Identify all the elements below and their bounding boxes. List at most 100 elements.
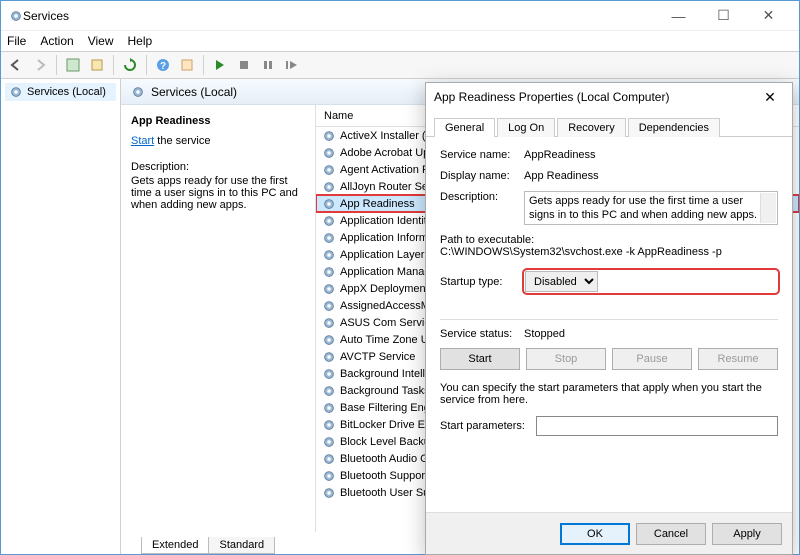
refresh-button[interactable] xyxy=(119,54,141,76)
dialog-close-button[interactable]: ✕ xyxy=(756,89,784,106)
gear-icon xyxy=(322,469,336,483)
show-hide-tree-button[interactable] xyxy=(62,54,84,76)
service-name: Base Filtering Engin xyxy=(340,402,438,414)
gear-icon xyxy=(322,418,336,432)
start-button[interactable]: Start xyxy=(440,348,520,370)
ok-button[interactable]: OK xyxy=(560,523,630,545)
gear-icon xyxy=(9,85,23,99)
gear-icon xyxy=(322,197,336,211)
menu-action[interactable]: Action xyxy=(40,34,73,48)
label-service-status: Service status: xyxy=(440,328,524,340)
value-description[interactable]: Gets apps ready for use the first time a… xyxy=(524,191,778,225)
tab-general[interactable]: General xyxy=(434,118,495,137)
label-display-name: Display name: xyxy=(440,170,524,182)
service-name: Auto Time Zone Up xyxy=(340,334,435,346)
window-controls: — ☐ ✕ xyxy=(656,1,791,30)
toolbar: ? xyxy=(1,51,799,79)
gear-icon xyxy=(322,486,336,500)
forward-button[interactable] xyxy=(29,54,51,76)
menu-file[interactable]: File xyxy=(7,34,26,48)
toolbar-separator xyxy=(203,55,204,75)
restart-service-button[interactable] xyxy=(281,54,303,76)
properties-button[interactable] xyxy=(176,54,198,76)
start-link[interactable]: Start xyxy=(131,135,154,147)
dialog-tabs: General Log On Recovery Dependencies xyxy=(426,111,792,137)
label-description: Description: xyxy=(440,191,524,225)
tab-recovery[interactable]: Recovery xyxy=(557,118,625,137)
gear-icon xyxy=(322,248,336,262)
maximize-button[interactable]: ☐ xyxy=(701,1,746,30)
tree-root-item[interactable]: Services (Local) xyxy=(5,83,116,101)
service-name: ActiveX Installer (Ax xyxy=(340,130,438,142)
gear-icon xyxy=(322,163,336,177)
pause-button: Pause xyxy=(612,348,692,370)
detail-pane: App Readiness Start the service Descript… xyxy=(121,105,316,532)
gear-icon xyxy=(322,146,336,160)
label-start-parameters: Start parameters: xyxy=(440,420,536,432)
menubar: File Action View Help xyxy=(1,31,799,51)
label-path: Path to executable: xyxy=(440,234,778,246)
start-params-hint: You can specify the start parameters tha… xyxy=(440,382,778,406)
tab-standard[interactable]: Standard xyxy=(208,537,275,554)
startup-type-select[interactable]: Disabled xyxy=(525,271,598,292)
apply-button[interactable]: Apply xyxy=(712,523,782,545)
toolbar-separator xyxy=(56,55,57,75)
service-name: AVCTP Service xyxy=(340,351,415,363)
gear-icon xyxy=(322,316,336,330)
toolbar-separator xyxy=(146,55,147,75)
detail-action-line: Start the service xyxy=(131,135,305,147)
service-name: Application Manage xyxy=(340,266,437,278)
value-service-name: AppReadiness xyxy=(524,149,778,161)
gear-icon xyxy=(322,333,336,347)
stop-button: Stop xyxy=(526,348,606,370)
toolbar-separator xyxy=(113,55,114,75)
detail-service-name: App Readiness xyxy=(131,115,305,127)
pause-service-button[interactable] xyxy=(257,54,279,76)
titlebar: Services — ☐ ✕ xyxy=(1,1,799,31)
gear-icon xyxy=(322,282,336,296)
close-button[interactable]: ✕ xyxy=(746,1,791,30)
gear-icon xyxy=(322,401,336,415)
label-startup-type: Startup type: xyxy=(440,276,524,288)
service-name: Bluetooth Audio Ga xyxy=(340,453,435,465)
gear-icon xyxy=(322,435,336,449)
gear-icon xyxy=(322,129,336,143)
tab-extended[interactable]: Extended xyxy=(141,537,209,554)
gear-icon xyxy=(322,231,336,245)
start-parameters-input[interactable] xyxy=(536,416,778,436)
tab-logon[interactable]: Log On xyxy=(497,118,555,137)
resume-button: Resume xyxy=(698,348,778,370)
stop-service-button[interactable] xyxy=(233,54,255,76)
content-header-title: Services (Local) xyxy=(151,85,237,99)
service-name: Bluetooth Support S xyxy=(340,470,438,482)
gear-icon xyxy=(322,384,336,398)
properties-dialog: App Readiness Properties (Local Computer… xyxy=(425,82,793,555)
window-title: Services xyxy=(23,9,656,23)
service-name: App Readiness xyxy=(340,198,415,210)
dialog-title: App Readiness Properties (Local Computer… xyxy=(434,90,756,104)
service-name: Block Level Backup xyxy=(340,436,436,448)
help-button[interactable]: ? xyxy=(152,54,174,76)
tab-dependencies[interactable]: Dependencies xyxy=(628,118,720,137)
menu-help[interactable]: Help xyxy=(128,34,153,48)
gear-icon xyxy=(131,85,145,99)
label-service-name: Service name: xyxy=(440,149,524,161)
gear-icon xyxy=(322,299,336,313)
service-name: Application Identity xyxy=(340,215,432,227)
services-icon xyxy=(9,9,23,23)
gear-icon xyxy=(322,367,336,381)
gear-icon xyxy=(322,452,336,466)
back-button[interactable] xyxy=(5,54,27,76)
service-name: Background Intellig xyxy=(340,368,434,380)
start-suffix: the service xyxy=(154,135,210,147)
menu-view[interactable]: View xyxy=(88,34,114,48)
startup-highlight: Disabled xyxy=(524,270,778,293)
service-name: Agent Activation Ru xyxy=(340,164,436,176)
svg-text:?: ? xyxy=(160,61,166,72)
export-button[interactable] xyxy=(86,54,108,76)
cancel-button[interactable]: Cancel xyxy=(636,523,706,545)
minimize-button[interactable]: — xyxy=(656,1,701,30)
dialog-body: Service name: AppReadiness Display name:… xyxy=(426,137,792,512)
start-service-button[interactable] xyxy=(209,54,231,76)
gear-icon xyxy=(322,265,336,279)
